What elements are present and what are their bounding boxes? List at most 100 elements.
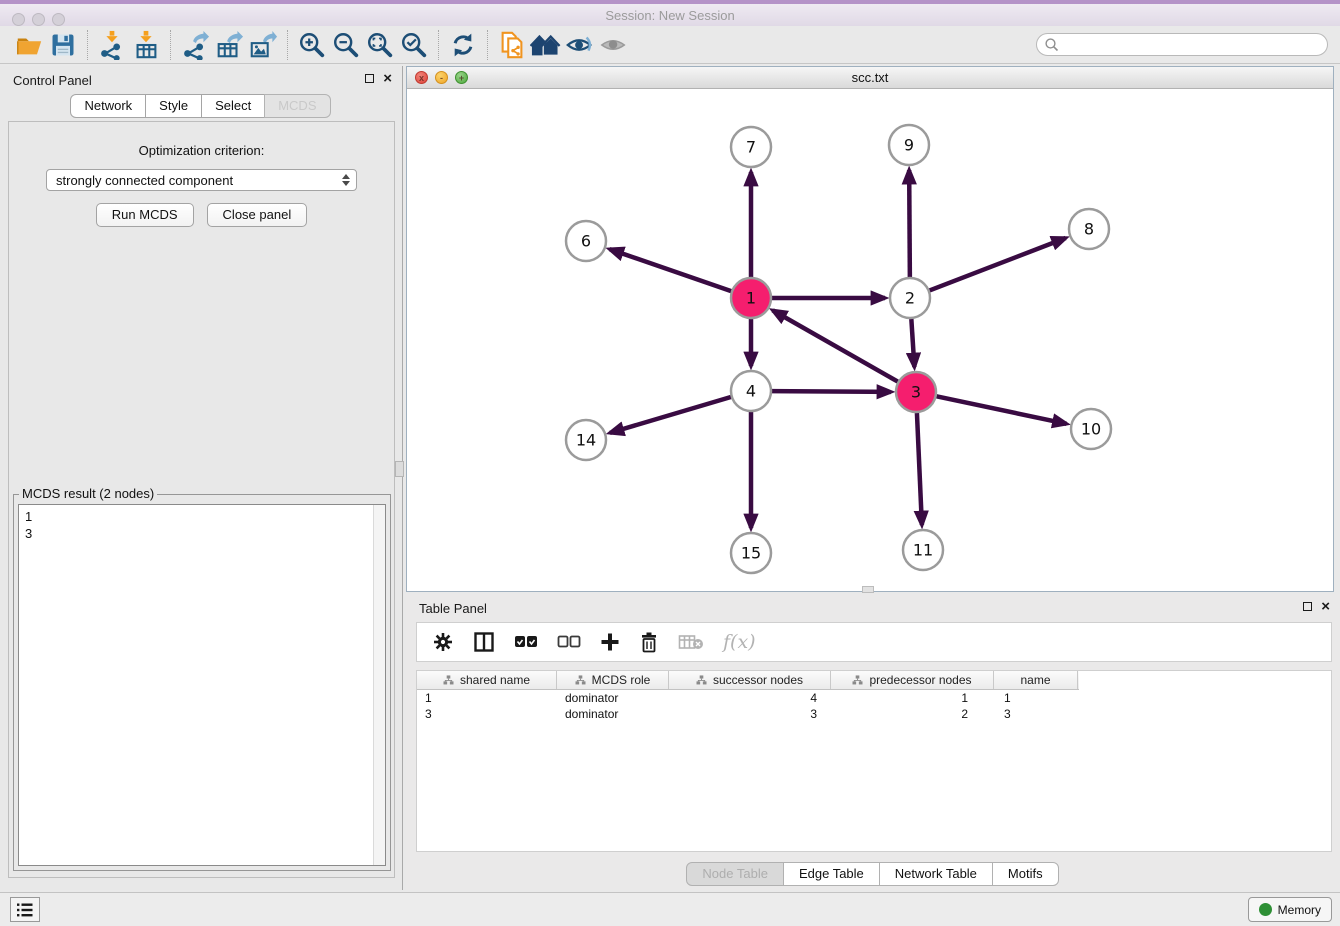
trash-icon	[639, 631, 659, 653]
zoom-fit-button[interactable]	[363, 29, 397, 61]
float-panel-icon[interactable]	[1303, 602, 1312, 611]
deselect-all-button[interactable]	[557, 635, 581, 649]
export-network-button[interactable]	[178, 29, 212, 61]
node-table: shared name MCDS role successor	[416, 670, 1332, 852]
close-panel-button[interactable]: Close panel	[207, 203, 308, 227]
graph-edge-2-3[interactable]	[911, 319, 914, 367]
checked-boxes-icon	[514, 635, 538, 649]
run-mcds-button[interactable]: Run MCDS	[96, 203, 194, 227]
graph-edge-3-10[interactable]	[937, 396, 1067, 423]
graph-edge-2-8[interactable]	[930, 238, 1066, 290]
attribute-icon	[852, 675, 863, 685]
graph-edge-4-3[interactable]	[772, 391, 891, 392]
attribute-icon	[443, 675, 454, 685]
search-box[interactable]	[1036, 33, 1328, 56]
float-panel-icon[interactable]	[365, 74, 374, 83]
export-image-button[interactable]	[246, 29, 280, 61]
memory-label: Memory	[1278, 903, 1321, 917]
table-settings-button[interactable]	[432, 631, 454, 653]
graph-node-label: 3	[911, 383, 921, 402]
open-session-button[interactable]	[12, 29, 46, 61]
list-icon	[16, 902, 34, 918]
hide-details-button[interactable]	[563, 29, 597, 61]
column-header-successor-nodes[interactable]: successor nodes	[669, 671, 831, 689]
graph-edge-3-11[interactable]	[917, 413, 922, 525]
tab-style[interactable]: Style	[145, 94, 202, 118]
column-header-name[interactable]: name	[994, 671, 1078, 689]
graph-node-label: 14	[576, 431, 596, 450]
criterion-select[interactable]: strongly connected component	[46, 169, 357, 191]
import-table-icon	[131, 30, 161, 60]
table-tabs: Node Table Edge Table Network Table Moti…	[406, 862, 1340, 886]
window-minimize-icon[interactable]: -	[435, 71, 448, 84]
graph-edge-2-9[interactable]	[909, 170, 910, 277]
window-close-icon[interactable]: x	[415, 71, 428, 84]
export-network-icon	[180, 30, 210, 60]
app-maximize-icon[interactable]	[52, 13, 65, 26]
graph-node-label: 4	[746, 382, 756, 401]
column-header-shared-name[interactable]: shared name	[417, 671, 557, 689]
network-window-titlebar[interactable]: x - + scc.txt	[407, 67, 1333, 89]
duplicate-network-button[interactable]	[495, 29, 529, 61]
import-network-button[interactable]	[95, 29, 129, 61]
delete-column-button[interactable]	[639, 631, 659, 653]
search-input[interactable]	[1060, 38, 1327, 52]
tab-mcds[interactable]: MCDS	[264, 94, 330, 118]
graph-node-label: 7	[746, 138, 756, 157]
memory-button[interactable]: Memory	[1248, 897, 1332, 922]
tab-node-table[interactable]: Node Table	[686, 862, 784, 886]
table-row[interactable]: 1 dominator 4 1 1	[417, 690, 1079, 706]
duplicate-network-icon	[497, 30, 527, 60]
app-close-icon[interactable]	[12, 13, 25, 26]
column-header-predecessor-nodes[interactable]: predecessor nodes	[831, 671, 994, 689]
mcds-result-textarea[interactable]: 1 3	[18, 504, 386, 866]
save-session-button[interactable]	[46, 29, 80, 61]
zoom-in-button[interactable]	[295, 29, 329, 61]
result-scrollbar[interactable]	[373, 505, 385, 865]
task-history-button[interactable]	[10, 897, 40, 922]
close-panel-icon[interactable]: ×	[383, 73, 392, 84]
import-network-icon	[97, 30, 127, 60]
mcds-panel: Optimization criterion: strongly connect…	[8, 121, 395, 878]
graph-node-label: 9	[904, 136, 914, 155]
app-window-controls[interactable]	[12, 13, 65, 26]
zoom-selected-button[interactable]	[397, 29, 431, 61]
table-panel-title: Table Panel	[419, 601, 487, 616]
horizontal-splitter-handle[interactable]	[862, 586, 874, 593]
app-titlebar: Session: New Session	[0, 0, 1340, 26]
export-table-button[interactable]	[212, 29, 246, 61]
delete-table-button	[678, 633, 704, 651]
window-maximize-icon[interactable]: +	[455, 71, 468, 84]
refresh-button[interactable]	[446, 29, 480, 61]
show-column-button[interactable]	[473, 631, 495, 653]
table-row[interactable]: 3 dominator 3 2 3	[417, 706, 1079, 722]
mcds-result-line: 1	[25, 508, 379, 525]
graph-edge-3-1[interactable]	[773, 310, 898, 381]
toolbar-separator	[438, 30, 439, 60]
create-column-button[interactable]	[600, 632, 620, 652]
select-all-button[interactable]	[514, 635, 538, 649]
tab-select[interactable]: Select	[201, 94, 265, 118]
import-table-button[interactable]	[129, 29, 163, 61]
first-neighbors-button[interactable]	[529, 29, 563, 61]
tab-motifs[interactable]: Motifs	[992, 862, 1059, 886]
search-icon	[1044, 37, 1060, 53]
zoom-fit-icon	[365, 30, 395, 60]
save-icon	[49, 31, 77, 59]
tab-edge-table[interactable]: Edge Table	[783, 862, 880, 886]
table-toolbar: f(x)	[416, 622, 1332, 662]
vertical-splitter-handle[interactable]	[395, 461, 404, 477]
tab-network[interactable]: Network	[70, 94, 146, 118]
network-graph[interactable]: 7968124314101511	[407, 89, 1333, 591]
column-header-mcds-role[interactable]: MCDS role	[557, 671, 669, 689]
network-window-title: scc.txt	[852, 70, 889, 85]
graph-edge-1-6[interactable]	[610, 249, 732, 291]
close-panel-icon[interactable]: ×	[1321, 601, 1330, 612]
show-details-button[interactable]	[597, 29, 631, 61]
app-minimize-icon[interactable]	[32, 13, 45, 26]
zoom-in-icon	[297, 30, 327, 60]
graph-edge-4-14[interactable]	[610, 397, 731, 433]
refresh-icon	[449, 31, 477, 59]
zoom-out-button[interactable]	[329, 29, 363, 61]
tab-network-table[interactable]: Network Table	[879, 862, 993, 886]
